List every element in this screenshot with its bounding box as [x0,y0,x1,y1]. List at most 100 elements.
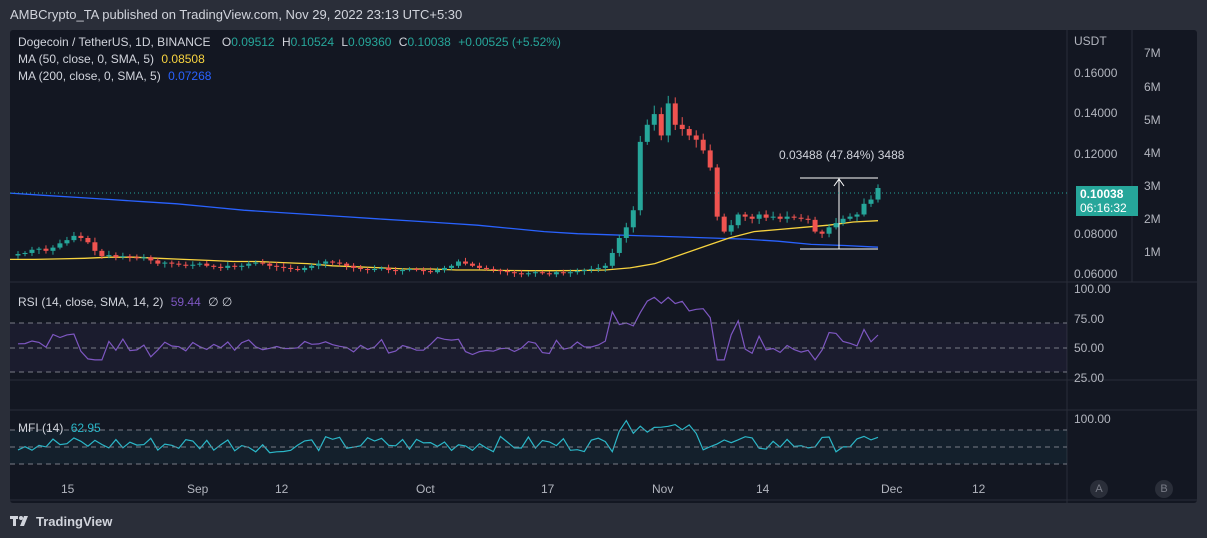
volume-tick: 2M [1144,212,1161,226]
candle-body [197,263,203,265]
candle-body [462,261,468,264]
candle-body [29,249,35,253]
candle-body [504,271,510,273]
candle-body [658,114,664,136]
candle-body [218,266,224,268]
candle-body [421,270,427,272]
time-tick: Oct [416,482,435,496]
candle-body [469,263,475,266]
rsi-tick: 75.00 [1074,312,1105,326]
candle-body [623,227,629,238]
rsi-legend[interactable]: RSI (14, close, SMA, 14, 2) 59.44 ∅ ∅ [18,295,232,309]
candle-body [546,273,552,275]
candle-body [190,264,196,266]
rsi-extra: ∅ ∅ [208,295,233,309]
candle-body [246,263,252,266]
candle-body [854,214,860,217]
footer-brand-label: TradingView [36,513,113,529]
candle-body [57,243,63,248]
candle-body [791,216,797,218]
candle-body [497,270,503,272]
ma200-value: 0.07268 [168,69,212,83]
rsi-tick: 50.00 [1074,341,1105,355]
candle-body [225,265,231,268]
candle-body [455,261,461,266]
candle-body [721,216,727,232]
candle-body [798,217,804,219]
candle-body [616,238,622,253]
candle-body [805,218,811,220]
mfi-tick: 100.00 [1074,412,1111,426]
candle-body [106,255,112,257]
candle-body [260,262,266,264]
rsi-label: RSI (14, close, SMA, 14, 2) [18,295,164,309]
candle-body [267,263,273,266]
candle-body [386,267,392,271]
candle-body [735,214,741,226]
candle-body [875,188,881,200]
candle-body [330,261,336,263]
candle-body [113,255,119,258]
time-tick: Sep [187,482,209,496]
candles[interactable] [15,95,881,278]
candle-body [749,216,755,219]
candle-body [64,240,70,244]
rsi-tick: 25.00 [1074,371,1105,385]
time-tick: 12 [275,482,289,496]
price-tick: 0.06000 [1074,267,1118,281]
candle-body [435,270,441,273]
candle-body [742,214,748,217]
candle-body [637,141,643,211]
candle-body [379,267,385,269]
time-tick: 12 [972,482,986,496]
close-value: 0.10038 [407,35,451,49]
mfi-band [10,430,1067,464]
candle-body [700,139,706,151]
candle-body [274,265,280,267]
time-tick: 14 [756,482,770,496]
countdown-tag: 06:16:32 [1076,200,1138,216]
ma200-legend[interactable]: MA (200, close, 0, SMA, 5) 0.07268 [18,69,211,83]
candle-body [756,214,762,219]
candle-body [204,263,210,266]
price-tick: 0.14000 [1074,106,1118,120]
ma50-line [10,220,879,272]
candle-body [442,267,448,271]
ma50-legend[interactable]: MA (50, close, 0, SMA, 5) 0.08508 [18,52,205,66]
candle-body [679,124,685,130]
auto-scale-button[interactable]: A [1090,480,1108,498]
candle-body [337,262,343,264]
symbol-legend[interactable]: Dogecoin / TetherUS, 1D, BINANCE O0.0951… [18,35,561,49]
candle-body [78,235,84,238]
footer-brand[interactable]: TradingView [10,511,112,531]
candle-body [43,248,49,251]
candle-body [162,262,168,264]
candle-body [358,267,364,269]
candle-body [302,267,308,271]
candle-body [372,268,378,271]
candle-body [239,265,245,267]
candle-body [316,263,322,266]
ma50-label: MA (50, close, 0, SMA, 5) [18,52,155,66]
candle-body [595,267,601,269]
ma200-label: MA (200, close, 0, SMA, 5) [18,69,161,83]
log-scale-button[interactable]: B [1155,480,1173,498]
currency-label: USDT [1074,34,1107,48]
candle-body [714,167,720,217]
candle-body [826,227,832,234]
candle-body [393,270,399,272]
low-value: 0.09360 [348,35,392,49]
mfi-legend[interactable]: MFI (14) 62.95 [18,421,101,435]
candle-body [22,252,28,255]
candle-body [553,272,559,275]
ma200-line [10,192,879,248]
candle-body [414,268,420,271]
mfi-label: MFI (14) [18,421,64,435]
candle-body [232,265,238,267]
symbol-title: Dogecoin / TetherUS, 1D, BINANCE [18,35,211,49]
chart-frame[interactable]: Dogecoin / TetherUS, 1D, BINANCE O0.0951… [10,30,1197,503]
candle-body [511,272,517,274]
candle-body [365,268,371,271]
mfi-value: 62.95 [70,421,101,435]
chart-canvas[interactable] [10,30,1197,503]
